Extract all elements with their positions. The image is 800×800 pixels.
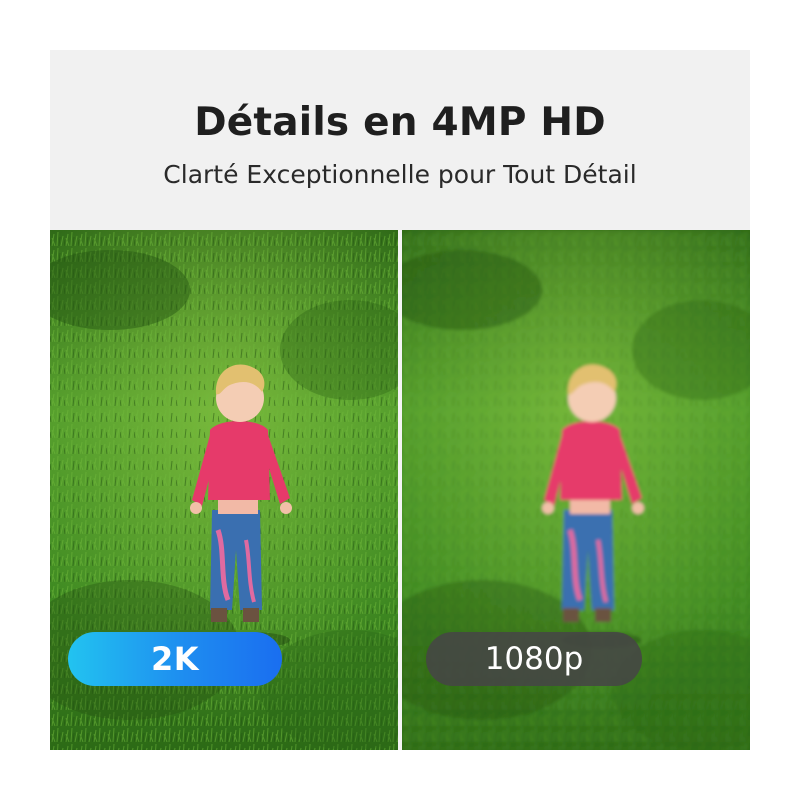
badge-2k-label: 2K bbox=[150, 640, 200, 678]
badge-1080p: 1080p bbox=[426, 632, 642, 686]
header: Détails en 4MP HD Clarté Exceptionnelle … bbox=[50, 50, 750, 230]
badge-2k: 2K bbox=[68, 632, 282, 686]
page-subtitle: Clarté Exceptionnelle pour Tout Détail bbox=[163, 160, 637, 189]
page-title: Détails en 4MP HD bbox=[194, 100, 606, 145]
badge-1080p-label: 1080p bbox=[484, 641, 584, 677]
